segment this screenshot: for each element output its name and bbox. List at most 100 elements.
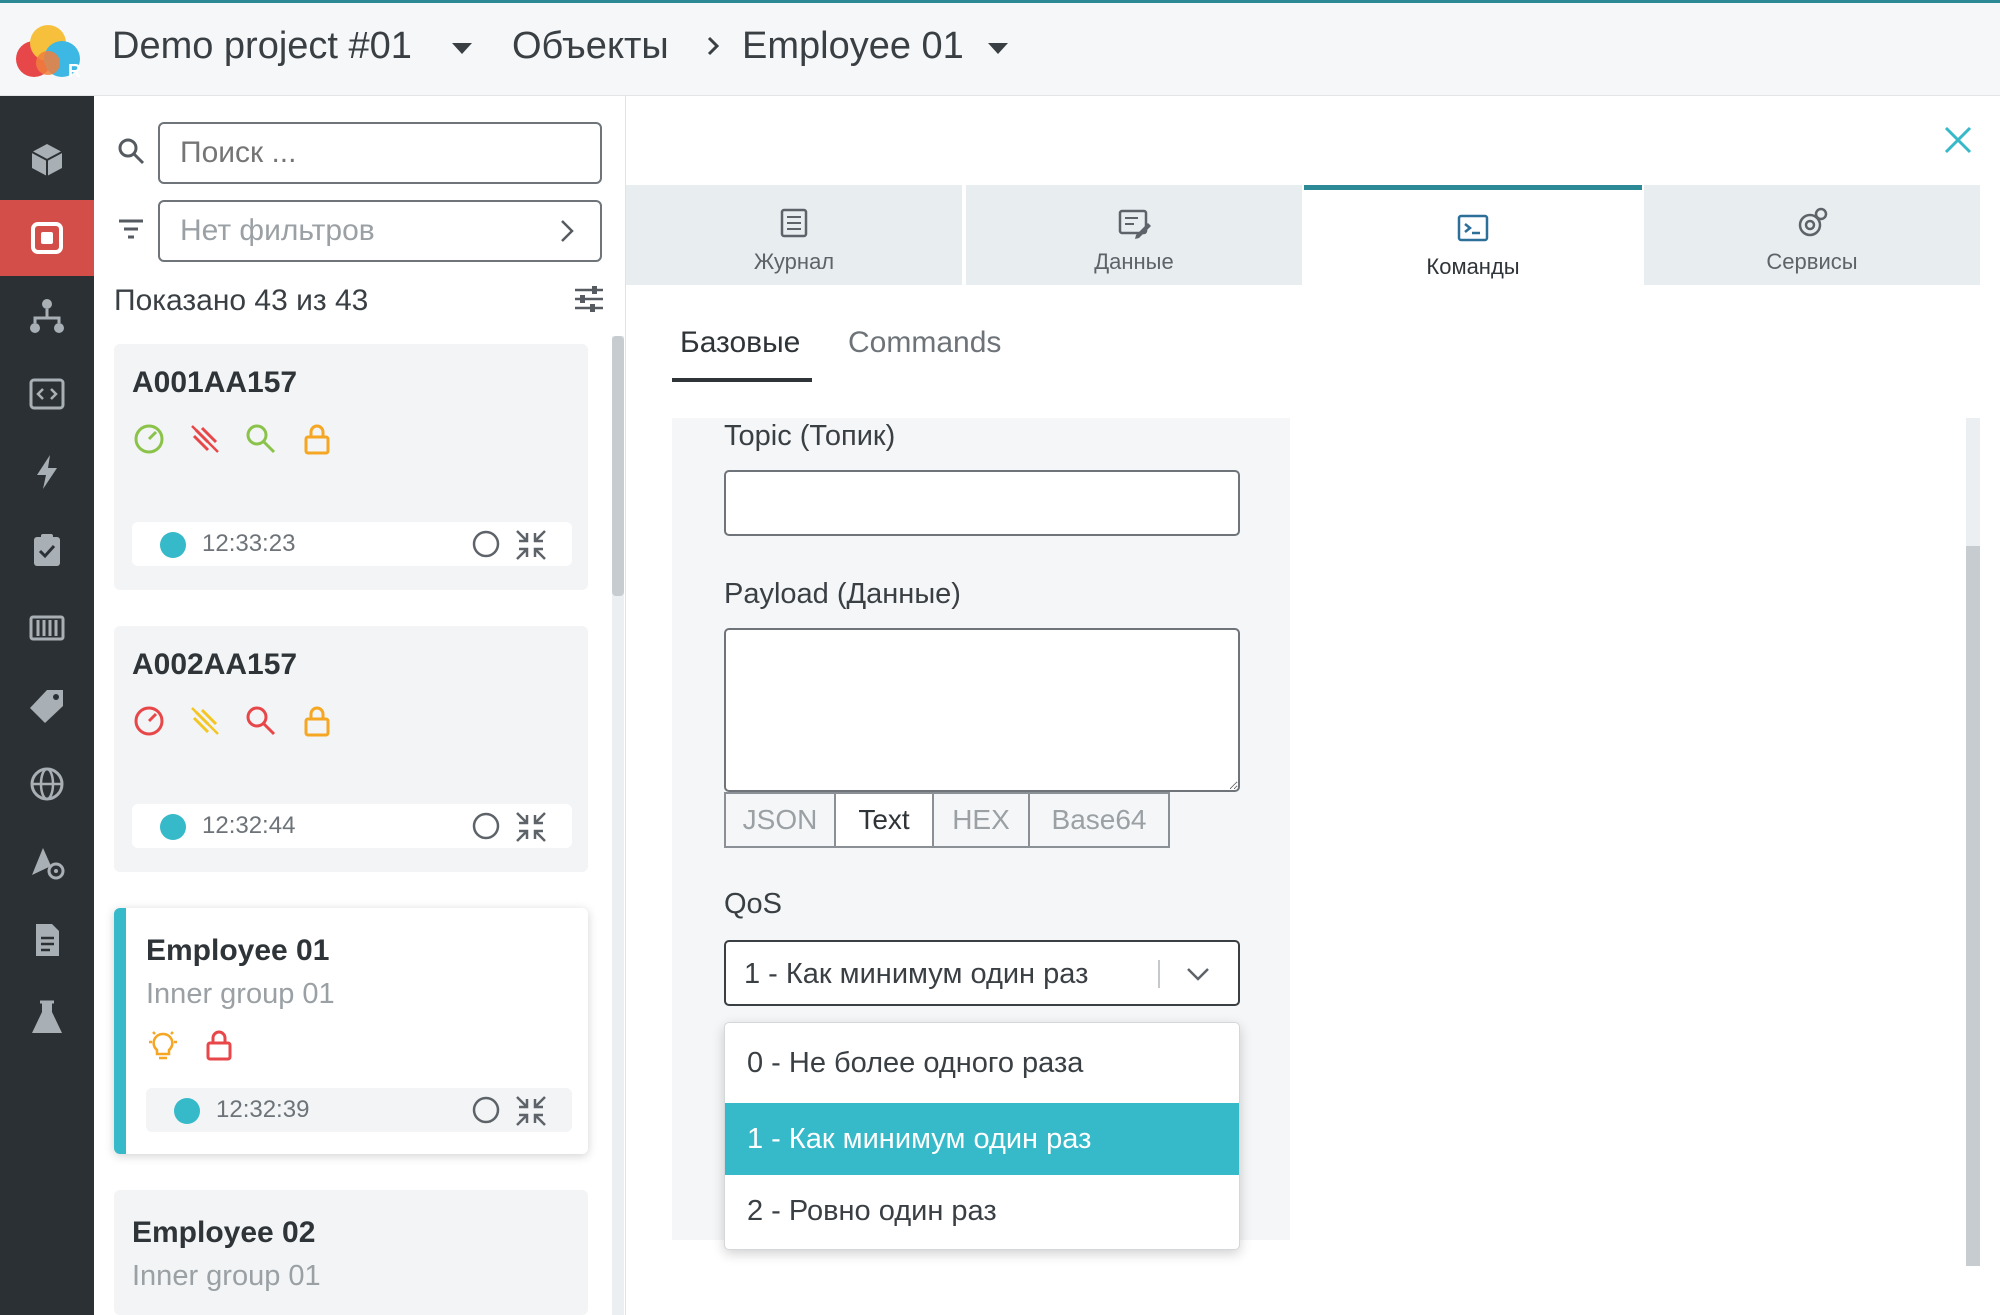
lock-icon xyxy=(304,706,330,737)
card-status-icons xyxy=(132,422,334,456)
flask-icon xyxy=(32,1000,62,1033)
tab-journal[interactable]: Журнал xyxy=(626,185,962,285)
cube-icon xyxy=(31,144,63,176)
satellite-off-icon xyxy=(191,425,219,453)
speedometer-icon xyxy=(134,424,164,454)
qos-selected-value: 1 - Как минимум один раз xyxy=(744,958,1089,990)
topic-input[interactable] xyxy=(724,470,1240,536)
list-icon xyxy=(780,208,808,238)
breadcrumb-project[interactable]: Demo project #01 xyxy=(112,25,412,68)
top-header: R Demo project #01 Объекты Employee 01 xyxy=(0,0,2000,96)
qos-option[interactable]: 0 - Не более одного раза xyxy=(725,1027,1239,1099)
last-update-time: 12:32:39 xyxy=(216,1096,310,1123)
qos-dropdown-menu: 0 - Не более одного раза 1 - Как минимум… xyxy=(724,1022,1240,1250)
filter-label: Нет фильтров xyxy=(180,214,375,247)
object-list-panel: Нет фильтров Показано 43 из 43 A001AA157… xyxy=(94,96,626,1315)
tab-data[interactable]: Данные xyxy=(966,185,1302,285)
detail-tabs: Журнал Данные Команды Сервисы xyxy=(626,185,1980,285)
form-scrollbar-thumb[interactable] xyxy=(1966,546,1980,1266)
speedometer-icon xyxy=(134,706,164,736)
chevron-right-icon xyxy=(561,220,574,242)
device-icon xyxy=(31,222,63,254)
locate-icon[interactable] xyxy=(470,528,502,560)
collapse-icon[interactable] xyxy=(514,810,548,844)
nav-lab[interactable] xyxy=(0,980,94,1056)
nav-globe[interactable] xyxy=(0,746,94,822)
payload-label: Payload (Данные) xyxy=(724,578,961,610)
form-scrollbar[interactable] xyxy=(1966,418,1980,1266)
collapse-icon[interactable] xyxy=(514,528,548,562)
filter-icon xyxy=(119,219,143,239)
nav-tasks[interactable] xyxy=(0,512,94,588)
card-status-icons xyxy=(132,704,334,738)
close-icon[interactable] xyxy=(1940,122,1976,158)
list-scrollbar[interactable] xyxy=(612,336,624,1315)
document-icon xyxy=(36,924,59,956)
card-subtitle: Inner group 01 xyxy=(146,978,335,1010)
search-input[interactable] xyxy=(158,122,602,184)
payload-textarea[interactable] xyxy=(724,628,1240,792)
nav-events[interactable] xyxy=(0,434,94,510)
last-update-time: 12:32:44 xyxy=(202,812,296,839)
format-text-button[interactable]: Text xyxy=(834,792,934,848)
clipboard-check-icon xyxy=(34,534,60,566)
collapse-icon[interactable] xyxy=(514,1094,548,1128)
tab-label: Сервисы xyxy=(1766,249,1858,274)
format-json-button[interactable]: JSON xyxy=(724,792,836,848)
format-hex-button[interactable]: HEX xyxy=(932,792,1030,848)
gear-cog-icon xyxy=(1798,207,1828,237)
nav-code[interactable] xyxy=(0,356,94,432)
list-item[interactable]: A001AA157 12:33:23 xyxy=(114,344,588,590)
lightning-icon xyxy=(37,455,57,489)
shown-count: Показано 43 из 43 xyxy=(114,284,369,317)
qos-label: QoS xyxy=(724,888,783,920)
card-title: A001AA157 xyxy=(132,366,298,399)
project-dropdown-caret-icon[interactable] xyxy=(452,43,472,54)
barcode-icon xyxy=(29,615,65,641)
tab-services[interactable]: Сервисы xyxy=(1644,185,1980,285)
object-dropdown-caret-icon[interactable] xyxy=(988,43,1008,54)
breadcrumb-object[interactable]: Employee 01 xyxy=(742,25,964,68)
nav-tags[interactable] xyxy=(0,668,94,744)
qos-option[interactable]: 2 - Ровно один раз xyxy=(725,1175,1239,1247)
qos-select[interactable]: 1 - Как минимум один раз xyxy=(724,940,1240,1006)
chevron-right-icon xyxy=(707,36,720,56)
tab-label: Команды xyxy=(1426,254,1520,279)
filter-button[interactable]: Нет фильтров xyxy=(158,200,602,262)
list-settings-icon[interactable] xyxy=(572,282,606,316)
tab-commands[interactable]: Команды xyxy=(1304,185,1642,285)
app-logo-icon[interactable]: R xyxy=(12,21,84,83)
subtab-basic[interactable]: Базовые xyxy=(680,326,800,360)
list-item-selected[interactable]: Employee 01 Inner group 01 12:32:39 xyxy=(114,908,588,1154)
nav-objects-cube[interactable] xyxy=(0,122,94,198)
subtab-active-underline xyxy=(672,378,812,382)
card-title: Employee 01 xyxy=(146,934,330,967)
card-title: A002AA157 xyxy=(132,648,298,681)
list-scrollbar-thumb[interactable] xyxy=(612,336,624,596)
online-status-dot xyxy=(174,1098,200,1124)
nav-reports[interactable] xyxy=(0,902,94,978)
qos-option-selected[interactable]: 1 - Как минимум один раз xyxy=(725,1103,1239,1175)
terminal-icon xyxy=(1457,214,1489,242)
locate-icon[interactable] xyxy=(470,1094,502,1126)
nav-devices[interactable] xyxy=(0,200,94,276)
card-status-icons xyxy=(146,1028,236,1062)
locate-icon[interactable] xyxy=(470,810,502,842)
nav-barcode[interactable] xyxy=(0,590,94,666)
bulb-icon xyxy=(149,1031,177,1060)
nav-hierarchy[interactable] xyxy=(0,278,94,354)
list-item[interactable]: A002AA157 12:32:44 xyxy=(114,626,588,872)
format-base64-button[interactable]: Base64 xyxy=(1028,792,1170,848)
hierarchy-icon xyxy=(30,299,64,333)
code-icon xyxy=(29,378,65,410)
subtab-commands[interactable]: Commands xyxy=(848,326,1001,360)
key-search-icon xyxy=(246,424,276,454)
satellite-off-icon xyxy=(191,707,219,735)
chevron-down-icon[interactable] xyxy=(1182,958,1214,990)
nav-geofence-settings[interactable] xyxy=(0,824,94,900)
lock-icon xyxy=(304,424,330,455)
globe-icon xyxy=(30,767,64,801)
list-item[interactable]: Employee 02 Inner group 01 xyxy=(114,1190,588,1315)
breadcrumb-section[interactable]: Объекты xyxy=(512,25,669,68)
card-subtitle: Inner group 01 xyxy=(132,1260,321,1292)
